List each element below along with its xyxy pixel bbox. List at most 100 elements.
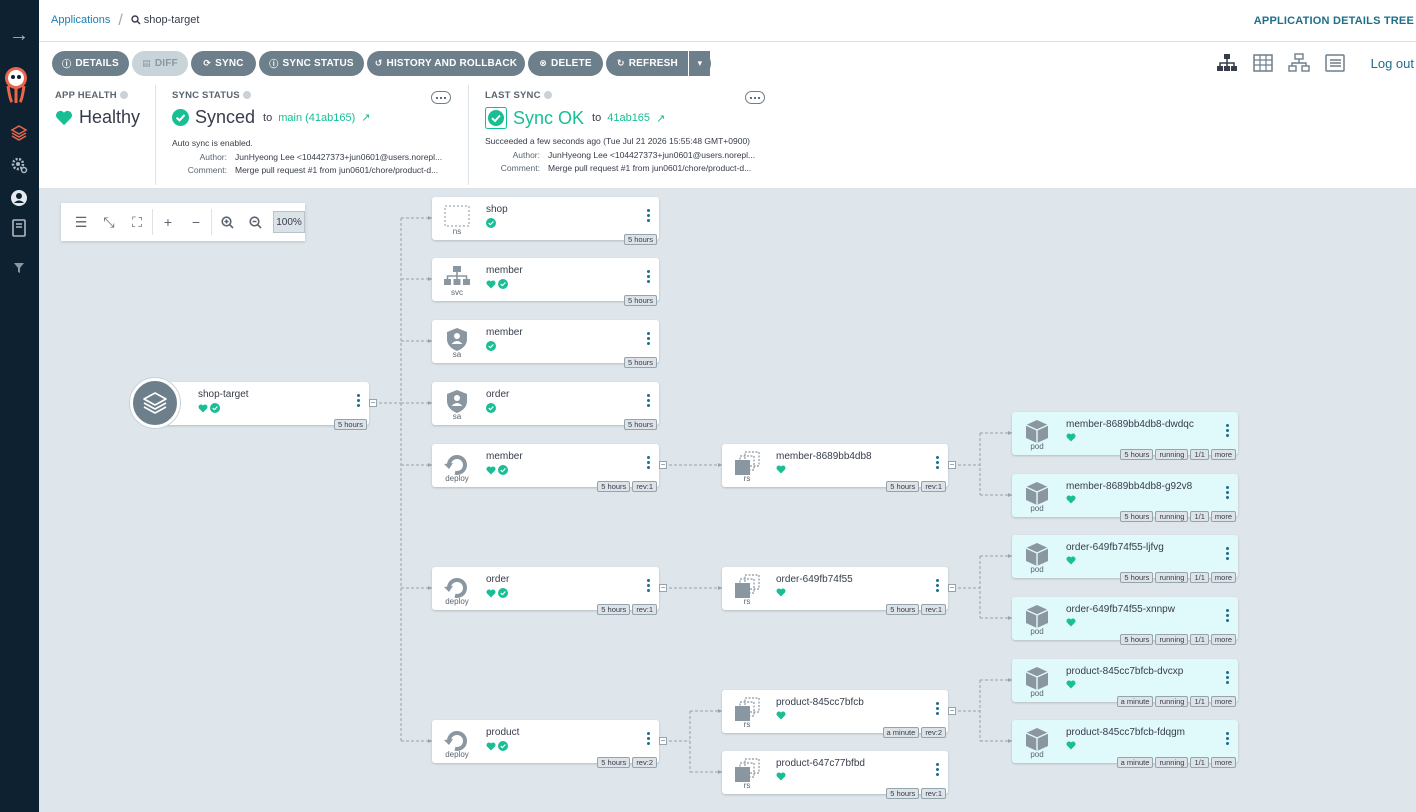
sync-button[interactable]: ⟳ SYNC [191, 51, 256, 76]
node-name: order-649fb74f55-xnnpw [1066, 604, 1175, 615]
node-kind: sa [452, 350, 462, 359]
node-menu-icon[interactable] [1226, 486, 1230, 499]
settings-gear-icon[interactable] [7, 156, 31, 178]
details-button[interactable]: ⓘ DETAILS [52, 51, 129, 76]
applications-icon[interactable] [7, 124, 31, 146]
external-link-icon[interactable]: ↗ [656, 112, 665, 125]
more-tag[interactable]: more [1210, 449, 1236, 460]
resource-node-rs[interactable]: rs member-8689bb4db8 5 hours rev:1 [722, 444, 948, 492]
more-tag[interactable]: more [1210, 696, 1236, 707]
breadcrumb-current[interactable]: shop-target [144, 14, 200, 26]
filter-icon[interactable] [7, 259, 31, 281]
resource-node-pod[interactable]: pod member-8689bb4db8-dwdqc 5 hours running… [1012, 412, 1238, 460]
collapse-toggle[interactable]: − [659, 737, 667, 745]
zoom-in-icon[interactable] [213, 210, 241, 234]
argo-logo-icon[interactable] [2, 66, 32, 104]
resource-node-sa[interactable]: sa member 5 hours [432, 320, 659, 368]
breadcrumb: Applications / shop-target [51, 12, 200, 28]
collapse-toggle[interactable]: − [369, 399, 377, 407]
collapse-toggle[interactable]: − [948, 461, 956, 469]
sync-status-button[interactable]: ⓘ SYNC STATUS [259, 51, 364, 76]
node-menu-icon[interactable] [1226, 547, 1230, 560]
user-icon[interactable] [7, 189, 31, 211]
diff-button[interactable]: ▤ DIFF [132, 51, 188, 76]
resource-node-pod[interactable]: pod member-8689bb4db8-g92v8 5 hours running… [1012, 474, 1238, 522]
help-icon[interactable] [242, 91, 251, 100]
resource-node-pod[interactable]: pod product-845cc7bfcb-dvcxp a minute runni… [1012, 659, 1238, 707]
last-sync-revision-link[interactable]: 41ab165 [607, 112, 650, 124]
expand-all-plus-icon[interactable]: + [154, 210, 182, 234]
breadcrumb-applications-link[interactable]: Applications [51, 14, 110, 26]
logout-link[interactable]: Log out [1371, 56, 1414, 71]
resource-node-rs[interactable]: rs product-845cc7bfcb a minute rev:2 [722, 690, 948, 738]
last-sync-to-text: to [592, 112, 602, 124]
collapse-toggle[interactable]: − [948, 707, 956, 715]
collapse-toggle[interactable]: − [659, 584, 667, 592]
node-kind: deploy [445, 597, 469, 606]
delete-circle-icon: ⊗ [539, 58, 548, 68]
docs-book-icon[interactable] [7, 219, 31, 241]
node-menu-icon[interactable] [647, 456, 651, 469]
node-menu-icon[interactable] [936, 579, 940, 592]
zoom-percent[interactable]: 100% [273, 211, 305, 233]
node-menu-icon[interactable] [647, 394, 651, 407]
delete-button[interactable]: ⊗ DELETE [528, 51, 603, 76]
node-menu-icon[interactable] [936, 456, 940, 469]
state-tag: running [1155, 696, 1189, 707]
help-icon[interactable] [119, 91, 128, 100]
age-tag: 5 hours [623, 295, 657, 306]
resource-node-deploy[interactable]: deploy member 5 hours rev:1 [432, 444, 659, 492]
action-toolbar: ⓘ DETAILS ▤ DIFF ⟳ SYNC ⓘ SYNC STATUS ↺ HISTO… [39, 42, 1416, 85]
more-tag[interactable]: more [1210, 634, 1236, 645]
node-menu-icon[interactable] [647, 732, 651, 745]
resource-node-rs[interactable]: rs order-649fb74f55 5 hours rev:1 [722, 567, 948, 615]
pods-grid-view-icon[interactable] [1252, 53, 1274, 73]
zoom-out-icon[interactable] [241, 210, 269, 234]
node-menu-icon[interactable] [1226, 671, 1230, 684]
check-circle-icon [486, 403, 496, 413]
align-left-icon[interactable]: ☰ [67, 210, 95, 234]
root-app-node[interactable]: shop-target 5 hours [150, 382, 369, 430]
node-menu-icon[interactable] [647, 209, 651, 222]
sync-revision-link[interactable]: main (41ab165) [278, 112, 355, 124]
sync-status-more-button[interactable] [431, 91, 451, 104]
resource-node-ns[interactable]: ns shop 5 hours [432, 197, 659, 245]
tree-view-icon[interactable] [1216, 53, 1238, 73]
node-menu-icon[interactable] [1226, 732, 1230, 745]
resource-node-sa[interactable]: sa order 5 hours [432, 382, 659, 430]
expand-sidebar-icon[interactable]: → [8, 25, 30, 45]
help-icon[interactable] [543, 91, 552, 100]
resource-node-pod[interactable]: pod product-845cc7bfcb-fdqgm a minute runni… [1012, 720, 1238, 768]
collapse-toggle[interactable]: − [948, 584, 956, 592]
node-kind: pod [1030, 504, 1044, 513]
node-menu-icon[interactable] [936, 702, 940, 715]
resource-node-svc[interactable]: svc member 5 hours [432, 258, 659, 306]
compress-icon[interactable]: ⤡ [95, 210, 123, 234]
ready-tag: 1/1 [1190, 572, 1209, 583]
external-link-icon[interactable]: ↗ [361, 111, 370, 124]
last-sync-more-button[interactable] [745, 91, 765, 104]
resource-node-pod[interactable]: pod order-649fb74f55-xnnpw 5 hours running 1… [1012, 597, 1238, 645]
fit-screen-icon[interactable]: ⛶ [123, 210, 151, 234]
list-view-icon[interactable] [1324, 53, 1346, 73]
node-menu-icon[interactable] [936, 763, 940, 776]
collapse-toggle[interactable]: − [659, 461, 667, 469]
more-tag[interactable]: more [1210, 757, 1236, 768]
node-menu-icon[interactable] [1226, 424, 1230, 437]
ready-tag: 1/1 [1190, 696, 1209, 707]
network-view-icon[interactable] [1288, 53, 1310, 73]
history-rollback-button[interactable]: ↺ HISTORY AND ROLLBACK [367, 51, 525, 76]
application-stack-icon[interactable] [130, 378, 180, 428]
collapse-all-minus-icon[interactable]: − [182, 210, 210, 234]
resource-node-rs[interactable]: rs product-647c77bfbd 5 hours rev:1 [722, 751, 948, 799]
more-tag[interactable]: more [1210, 572, 1236, 583]
resource-node-deploy[interactable]: deploy product 5 hours rev:2 [432, 720, 659, 768]
node-menu-icon[interactable] [357, 394, 361, 407]
node-menu-icon[interactable] [647, 579, 651, 592]
node-menu-icon[interactable] [647, 270, 651, 283]
node-menu-icon[interactable] [1226, 609, 1230, 622]
node-menu-icon[interactable] [647, 332, 651, 345]
resource-node-deploy[interactable]: deploy order 5 hours rev:1 [432, 567, 659, 615]
more-tag[interactable]: more [1210, 511, 1236, 522]
resource-node-pod[interactable]: pod order-649fb74f55-ljfvg 5 hours running 1… [1012, 535, 1238, 583]
